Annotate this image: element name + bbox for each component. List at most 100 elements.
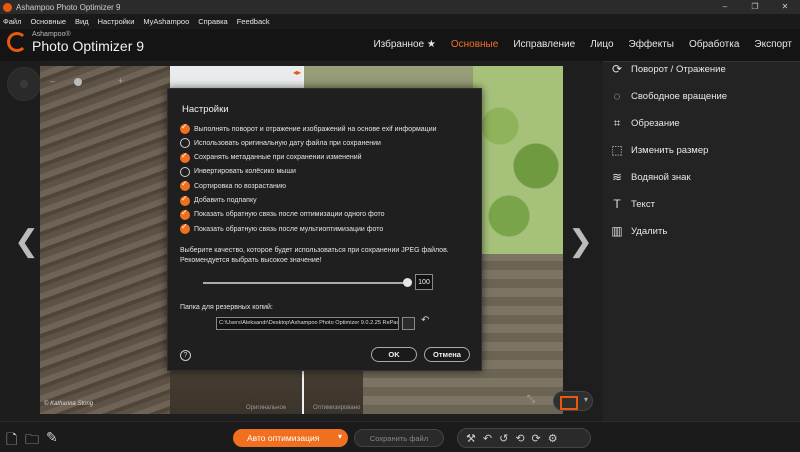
tab-export[interactable]: Экспорт	[754, 39, 792, 50]
tab-basics[interactable]: Основные	[451, 39, 498, 50]
jpeg-quality-description: Выберите качество, которое будет использ…	[180, 247, 449, 264]
rotate-left-icon[interactable]: ⟲	[515, 432, 524, 445]
menu-feedback[interactable]: Feedback	[237, 17, 270, 26]
delete-icon: ▥	[611, 224, 623, 238]
settings-option-label: Сортировка по возрастанию	[194, 182, 286, 190]
auto-optimize-label: Авто оптимизация	[247, 433, 320, 443]
checkbox-checked[interactable]	[180, 208, 190, 220]
menu-myashampoo[interactable]: MyAshampoo	[143, 17, 189, 26]
text-icon: T	[613, 197, 621, 211]
dialog-title: Настройки	[182, 104, 229, 115]
help-icon[interactable]: ?	[180, 350, 191, 361]
settings-option-label: Показать обратную связь после мультиопти…	[194, 225, 384, 233]
tool-crop[interactable]: ⌗ Обрезание	[603, 111, 800, 135]
settings-option[interactable]: Выполнять поворот и отражение изображени…	[180, 122, 437, 135]
tab-correction[interactable]: Исправление	[513, 39, 575, 50]
rotate-icon: ⟳	[611, 62, 623, 76]
tool-resize[interactable]: ⬚ Изменить размер	[603, 138, 800, 162]
tool-watermark[interactable]: ≋ Водяной знак	[603, 165, 800, 189]
settings-option[interactable]: Инвертировать колёсико мыши	[180, 166, 296, 178]
checkbox-checked[interactable]	[180, 222, 190, 235]
title-bar: Ashampoo Photo Optimizer 9 – ❐ ✕	[0, 0, 800, 14]
tab-processing[interactable]: Обработка	[689, 39, 739, 50]
split-view-button[interactable]	[553, 391, 593, 411]
tab-favorites[interactable]: Избранное ★	[373, 39, 435, 50]
next-photo-icon[interactable]: ❯	[568, 224, 593, 259]
checkbox-unchecked[interactable]	[180, 138, 190, 149]
menu-settings[interactable]: Настройки	[98, 17, 135, 26]
photo-foliage	[473, 66, 563, 266]
ok-button[interactable]: OK	[371, 347, 417, 362]
add-folder-icon[interactable]: 🗀	[25, 429, 39, 452]
tab-face[interactable]: Лицо	[590, 39, 613, 50]
pan-navigator-icon[interactable]	[7, 67, 41, 101]
tool-label: Поворот / Отражение	[631, 63, 726, 75]
nav-tabs: Избранное ★ Основные Исправление Лицо Эф…	[358, 39, 792, 50]
jpeg-quality-value[interactable]: 100	[415, 274, 433, 290]
checkbox-checked[interactable]	[180, 194, 190, 206]
settings-gear-icon[interactable]: ⚙	[548, 432, 558, 445]
magic-wand-icon[interactable]: ⚒	[466, 432, 476, 445]
settings-option-label: Инвертировать колёсико мыши	[194, 168, 296, 176]
settings-option[interactable]: Сохранять метаданные при сохранении изме…	[180, 151, 362, 164]
watermark-icon: ≋	[611, 170, 623, 184]
checkbox-checked[interactable]	[180, 122, 190, 134]
cancel-button[interactable]: Отмена	[424, 347, 470, 362]
zoom-out-icon[interactable]: –	[50, 76, 55, 86]
rotate-right-icon[interactable]: ⟳	[532, 432, 541, 445]
zoom-in-icon[interactable]: +	[118, 76, 123, 86]
tab-effects[interactable]: Эффекты	[629, 39, 674, 50]
settings-option-label: Добавить подпапку	[194, 197, 257, 204]
checkbox-checked[interactable]	[180, 151, 190, 163]
settings-option[interactable]: Использовать оригинальную дату файла при…	[180, 137, 381, 149]
tools-panel: ⟳ Поворот / Отражение ◌ Свободное вращение ⌗…	[603, 61, 800, 421]
edit-tools-group: ⚒ ↶ ↺ ⟲ ⟳ ⚙	[457, 428, 591, 448]
minimize-icon[interactable]: –	[710, 0, 740, 14]
settings-option[interactable]: Сортировка по возрастанию	[180, 179, 286, 192]
undo-all-icon[interactable]: ↺	[499, 432, 508, 445]
photo-stone-carving	[40, 66, 170, 414]
settings-option[interactable]: Добавить подпапку	[180, 194, 257, 207]
add-file-icon[interactable]: 🗋	[6, 429, 17, 452]
fullscreen-toggle-icon[interactable]: ⤡	[527, 394, 535, 405]
checkbox-checked[interactable]	[180, 179, 190, 192]
tool-delete[interactable]: ▥ Удалить	[603, 219, 800, 243]
menu-help[interactable]: Справка	[198, 17, 227, 26]
browse-folder-button[interactable]	[402, 317, 415, 330]
backup-folder-input[interactable]: C:\Users\Aleksandr\Desktop\Ashampoo Phot…	[216, 317, 399, 330]
split-handle-icon[interactable]: ◂▸	[293, 68, 301, 77]
tool-label: Водяной знак	[631, 171, 691, 183]
caption-original: Оригинальное	[246, 405, 287, 411]
clear-list-icon[interactable]: ✎	[46, 429, 58, 446]
reset-path-icon[interactable]: ↶	[421, 315, 429, 326]
brand-vendor: Ashampoo®	[32, 31, 71, 38]
settings-option[interactable]: Показать обратную связь после оптимизаци…	[180, 208, 385, 221]
checkbox-unchecked[interactable]	[180, 166, 190, 177]
free-rotate-icon: ◌	[613, 89, 621, 103]
restore-icon[interactable]: ❐	[740, 0, 770, 14]
window-title: Ashampoo Photo Optimizer 9	[16, 2, 121, 12]
tool-rotate-flip[interactable]: ⟳ Поворот / Отражение	[603, 57, 800, 81]
menu-basics[interactable]: Основные	[30, 17, 66, 26]
zoom-slider-handle[interactable]	[74, 78, 82, 86]
close-icon[interactable]: ✕	[770, 0, 800, 14]
tool-label: Обрезание	[631, 117, 680, 129]
caption-optimized: Оптимизировано	[313, 405, 361, 411]
crop-icon: ⌗	[613, 115, 621, 130]
settings-option[interactable]: Показать обратную связь после мультиопти…	[180, 222, 384, 235]
chevron-down-icon[interactable]: ▾	[338, 432, 342, 441]
menu-file[interactable]: Файл	[3, 17, 21, 26]
menu-bar: Файл Основные Вид Настройки MyAshampoo С…	[0, 14, 800, 29]
jpeg-quality-slider[interactable]	[203, 282, 408, 284]
ashampoo-logo-icon	[7, 32, 27, 52]
save-file-button[interactable]: Сохранить файл	[354, 429, 444, 447]
settings-option-label: Показать обратную связь после оптимизаци…	[194, 211, 385, 219]
previous-photo-icon[interactable]: ❮	[14, 224, 39, 259]
menu-view[interactable]: Вид	[75, 17, 89, 26]
tool-free-rotate[interactable]: ◌ Свободное вращение	[603, 84, 800, 108]
auto-optimize-button[interactable]: Авто оптимизация ▾	[233, 429, 348, 447]
tool-text[interactable]: T Текст	[603, 192, 800, 216]
bottom-bar: 🗋 🗀 ✎ Авто оптимизация ▾ Сохранить файл …	[0, 421, 800, 452]
jpeg-quality-slider-handle[interactable]	[403, 278, 412, 287]
undo-icon[interactable]: ↶	[483, 432, 492, 445]
